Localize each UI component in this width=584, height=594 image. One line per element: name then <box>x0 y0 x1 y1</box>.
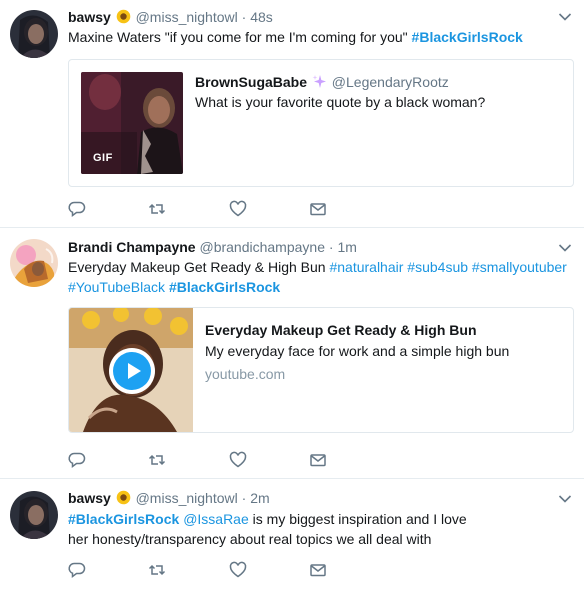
link-card[interactable]: Everyday Makeup Get Ready & High Bun My … <box>68 307 574 433</box>
message-button[interactable] <box>309 451 329 471</box>
hashtag-link[interactable]: #BlackGirlsRock <box>412 29 523 45</box>
like-button[interactable] <box>229 451 249 471</box>
reply-button[interactable] <box>68 200 88 220</box>
gif-badge: GIF <box>93 152 113 164</box>
quoted-author-handle[interactable]: @LegendaryRootz <box>332 74 449 90</box>
like-icon <box>229 561 247 578</box>
mention-link[interactable]: @IssaRae <box>183 511 249 527</box>
author-handle[interactable]: @brandichampayne <box>199 239 325 255</box>
tweet[interactable]: bawsy @miss_nightowl · 48s Maxine Waters… <box>0 0 584 228</box>
tweet-text: Maxine Waters "if you come for me I'm co… <box>68 27 568 47</box>
card-domain: youtube.com <box>205 366 286 382</box>
reply-icon <box>68 201 86 217</box>
tweet[interactable]: Brandi Champayne @brandichampayne · 1m E… <box>0 228 584 479</box>
chevron-down-icon[interactable] <box>558 12 572 22</box>
hashtag-link[interactable]: #sub4sub <box>407 259 468 275</box>
quoted-author-name[interactable]: BrownSugaBabe <box>195 74 307 90</box>
quoted-tweet[interactable]: GIF BrownSugaBabe @LegendaryRootz What i… <box>68 59 574 187</box>
avatar[interactable] <box>10 491 58 539</box>
timestamp[interactable]: 1m <box>337 239 356 255</box>
timestamp[interactable]: 48s <box>250 9 273 25</box>
direct-message-icon <box>310 203 326 216</box>
tweet-text-body: Maxine Waters "if you come for me I'm co… <box>68 29 412 45</box>
like-button[interactable] <box>229 200 249 220</box>
chevron-down-icon[interactable] <box>558 243 572 253</box>
tweet-text-body: Everyday Makeup Get Ready & High Bun <box>68 259 330 275</box>
author-name[interactable]: bawsy <box>68 9 111 25</box>
separator: · <box>328 239 334 255</box>
hashtag-link[interactable]: #naturalhair <box>329 259 403 275</box>
author-name[interactable]: bawsy <box>68 490 111 506</box>
hashtag-link[interactable]: #YouTubeBlack <box>68 279 165 295</box>
video-thumbnail[interactable] <box>69 308 193 432</box>
like-icon <box>229 451 247 468</box>
sunflower-icon <box>116 9 131 24</box>
author-name[interactable]: Brandi Champayne <box>68 239 196 255</box>
reply-icon <box>68 452 86 468</box>
hashtag-link[interactable]: #BlackGirlsRock <box>169 279 280 295</box>
tweet[interactable]: bawsy @miss_nightowl · 2m #BlackGirlsRoc… <box>0 479 584 594</box>
author-handle[interactable]: @miss_nightowl <box>136 9 238 25</box>
reply-button[interactable] <box>68 451 88 471</box>
tweet-text: #BlackGirlsRock @IssaRae is my biggest i… <box>68 509 488 549</box>
play-icon <box>113 352 151 390</box>
retweet-icon <box>148 454 166 466</box>
direct-message-icon <box>310 454 326 467</box>
tweet-header: bawsy @miss_nightowl · 2m <box>68 488 270 508</box>
card-title[interactable]: Everyday Makeup Get Ready & High Bun <box>205 320 477 340</box>
tweet-text: Everyday Makeup Get Ready & High Bun #na… <box>68 257 574 297</box>
play-button[interactable] <box>109 348 155 394</box>
avatar[interactable] <box>10 239 58 287</box>
chevron-down-icon[interactable] <box>558 494 572 504</box>
tweet-header: bawsy @miss_nightowl · 48s <box>68 7 273 27</box>
sparkles-icon <box>312 74 327 89</box>
like-icon <box>229 200 247 217</box>
author-handle[interactable]: @miss_nightowl <box>136 490 238 506</box>
message-button[interactable] <box>309 200 329 220</box>
separator: · <box>241 9 247 25</box>
card-description: My everyday face for work and a simple h… <box>205 343 510 359</box>
tweet-header: Brandi Champayne @brandichampayne · 1m <box>68 237 357 257</box>
hashtag-link[interactable]: #smallyoutuber <box>472 259 567 275</box>
timestamp[interactable]: 2m <box>250 490 269 506</box>
retweet-icon <box>148 564 166 576</box>
message-button[interactable] <box>309 561 329 581</box>
retweet-button[interactable] <box>148 451 168 471</box>
retweet-button[interactable] <box>148 200 168 220</box>
reply-icon <box>68 562 86 578</box>
like-button[interactable] <box>229 561 249 581</box>
retweet-icon <box>148 203 166 215</box>
retweet-button[interactable] <box>148 561 168 581</box>
avatar[interactable] <box>10 10 58 58</box>
reply-button[interactable] <box>68 561 88 581</box>
quoted-header: BrownSugaBabe @LegendaryRootz <box>195 72 449 92</box>
hashtag-link[interactable]: #BlackGirlsRock <box>68 511 179 527</box>
quoted-gif[interactable]: GIF <box>81 72 183 174</box>
separator: · <box>241 490 247 506</box>
sunflower-icon <box>116 490 131 505</box>
direct-message-icon <box>310 564 326 577</box>
quoted-text: What is your favorite quote by a black w… <box>195 94 486 110</box>
